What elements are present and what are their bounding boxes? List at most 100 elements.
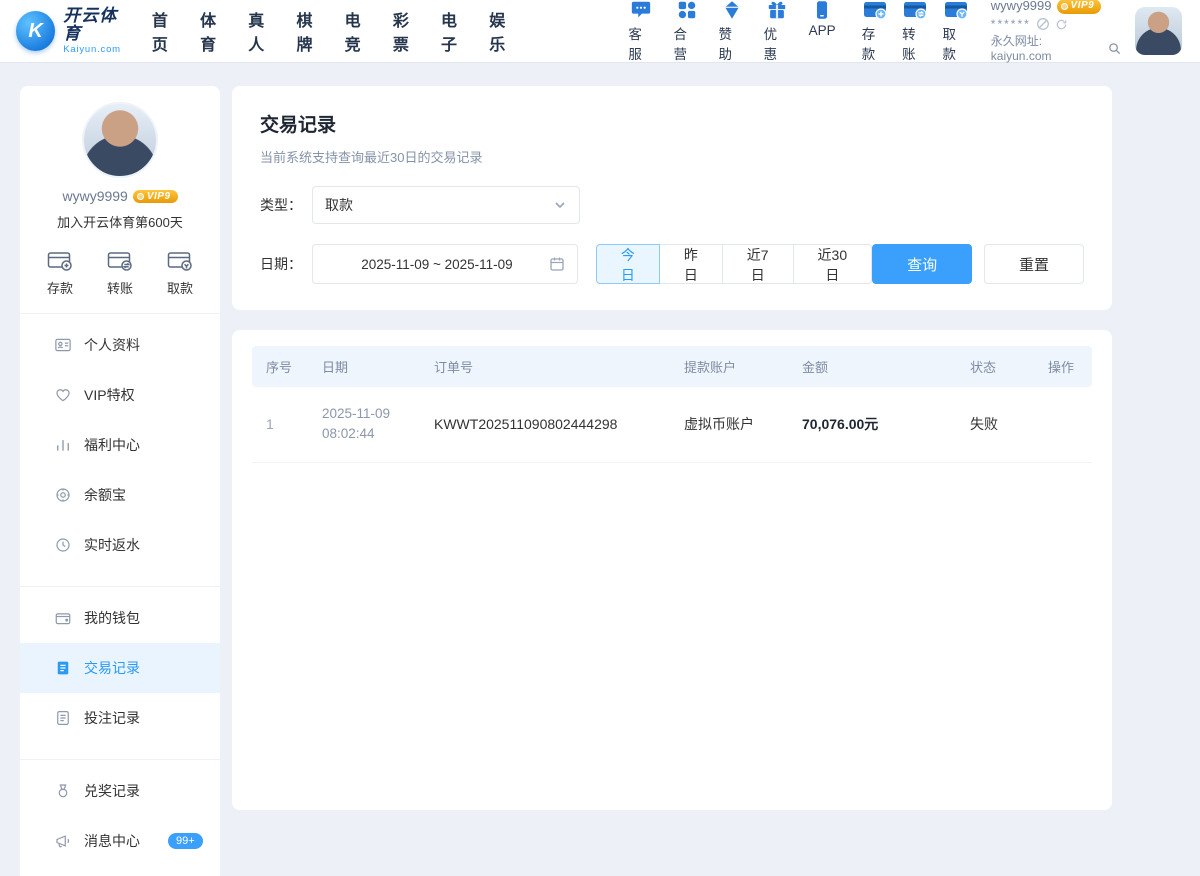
- sidebar-item-bets[interactable]: 投注记录: [20, 693, 220, 743]
- col-action: 操作: [1034, 346, 1092, 387]
- balance-mask: ******: [991, 17, 1031, 32]
- wallet-link-label: 存款: [862, 23, 888, 63]
- header-withdraw-button[interactable]: 取款: [942, 0, 968, 63]
- logo-icon: K: [16, 11, 55, 51]
- range-today-button[interactable]: 今日: [596, 244, 660, 284]
- col-order-no: 订单号: [420, 346, 670, 387]
- vip-crown-icon: [1061, 3, 1068, 10]
- eye-off-icon[interactable]: [1036, 17, 1050, 31]
- menu-label: VIP特权: [84, 385, 135, 405]
- sidebar-item-rewards[interactable]: 兑奖记录: [20, 766, 220, 816]
- quick-link-label: APP: [809, 23, 836, 38]
- affiliate-icon: [676, 0, 698, 21]
- sidebar-deposit-button[interactable]: 存款: [46, 249, 74, 297]
- quick-link-label: 合营: [673, 23, 699, 63]
- wallet-links: 存款 转账 取款: [862, 0, 969, 63]
- date-label: 日期：: [260, 254, 312, 274]
- date-range-input[interactable]: 2025-11-09 ~ 2025-11-09: [312, 244, 578, 284]
- username: wywy9999: [991, 0, 1052, 15]
- divider: [20, 586, 220, 587]
- sidebar-item-transactions[interactable]: 交易记录: [20, 643, 220, 693]
- date-range-value: 2025-11-09 ~ 2025-11-09: [325, 257, 549, 272]
- row-datetime: 2025-11-09 08:02:44: [308, 387, 420, 462]
- vip-crown-icon: [137, 193, 144, 200]
- row-order-no: KWWT202511090802444298: [420, 387, 670, 462]
- nav-esports[interactable]: 电竞: [345, 7, 376, 55]
- divider: [20, 759, 220, 760]
- col-status: 状态: [956, 346, 1034, 387]
- refresh-icon[interactable]: [1055, 18, 1068, 31]
- menu-label: 余额宝: [84, 485, 126, 505]
- heart-icon: [54, 386, 72, 404]
- wallet-icon: [54, 609, 72, 627]
- sidebar-shortcuts: 存款 转账 取款: [20, 249, 220, 297]
- page-subtitle: 当前系统支持查询最近30日的交易记录: [260, 147, 1084, 166]
- sidebar-item-yuebao[interactable]: 余额宝: [20, 470, 220, 520]
- nav-lottery[interactable]: 彩票: [393, 7, 424, 55]
- type-select[interactable]: 取款: [312, 186, 580, 224]
- range-30days-button[interactable]: 近30日: [793, 244, 873, 284]
- sidebar-withdraw-button[interactable]: 取款: [166, 249, 194, 297]
- vault-icon: [54, 486, 72, 504]
- deposit-card-icon: [46, 249, 74, 273]
- nav-chess[interactable]: 棋牌: [296, 7, 327, 55]
- sidebar-item-benefits[interactable]: 福利中心: [20, 420, 220, 470]
- header-transfer-button[interactable]: 转账: [902, 0, 928, 63]
- header-deposit-button[interactable]: 存款: [862, 0, 888, 63]
- nav-entertainment[interactable]: 娱乐: [489, 7, 520, 55]
- row-date: 2025-11-09: [322, 404, 406, 424]
- customer-service-icon: [630, 0, 652, 21]
- quick-link-label: 客服: [628, 23, 654, 63]
- search-icon[interactable]: [1108, 42, 1121, 55]
- search-button[interactable]: 查询: [872, 244, 972, 284]
- col-index: 序号: [252, 346, 308, 387]
- col-amount: 金额: [788, 346, 956, 387]
- row-action: [1034, 387, 1092, 462]
- avatar[interactable]: [82, 102, 158, 178]
- nav-slots[interactable]: 电子: [441, 7, 472, 55]
- deposit-card-icon: [862, 0, 888, 21]
- range-yesterday-button[interactable]: 昨日: [659, 244, 723, 284]
- sidebar-transfer-button[interactable]: 转账: [106, 249, 134, 297]
- main-nav: 首页 体育 真人 棋牌 电竞 彩票 电子 娱乐: [152, 7, 521, 55]
- menu-label: 兑奖记录: [84, 781, 140, 801]
- range-7days-button[interactable]: 近7日: [722, 244, 794, 284]
- unread-count-badge: 99+: [168, 833, 203, 849]
- sidebar-item-rebate[interactable]: 实时返水: [20, 520, 220, 570]
- menu-label: 交易记录: [84, 658, 140, 678]
- quick-link-sponsor[interactable]: 赞助: [719, 0, 745, 63]
- sidebar-item-messages[interactable]: 消息中心 99+: [20, 816, 220, 866]
- sidebar-item-wallet[interactable]: 我的钱包: [20, 593, 220, 643]
- withdraw-card-icon: [166, 249, 194, 273]
- brand-logo[interactable]: K 开云体育 Kaiyun.com: [16, 7, 134, 55]
- page-title: 交易记录: [260, 110, 1084, 137]
- col-date: 日期: [308, 346, 420, 387]
- menu-label: 个人资料: [84, 335, 140, 355]
- permanent-url[interactable]: 永久网址: kaiyun.com: [991, 34, 1104, 64]
- row-amount: 70,076.00元: [788, 387, 956, 462]
- username: wywy9999: [62, 188, 127, 204]
- reset-button[interactable]: 重置: [984, 244, 1084, 284]
- quick-link-customer-service[interactable]: 客服: [628, 0, 654, 63]
- brand-domain: Kaiyun.com: [63, 45, 134, 55]
- document-icon: [54, 659, 72, 677]
- sidebar-item-vip[interactable]: VIP特权: [20, 370, 220, 420]
- nav-home[interactable]: 首页: [152, 7, 183, 55]
- row-index: 1: [252, 387, 308, 462]
- nav-sports[interactable]: 体育: [200, 7, 231, 55]
- transfer-card-icon: [902, 0, 928, 21]
- nav-live[interactable]: 真人: [248, 7, 279, 55]
- filter-card: 交易记录 当前系统支持查询最近30日的交易记录 类型： 取款 日期： 2025-…: [232, 86, 1112, 310]
- shortcut-label: 转账: [107, 278, 133, 297]
- table-header-row: 序号 日期 订单号 提款账户 金额 状态 操作: [252, 346, 1092, 387]
- gift-icon: [766, 0, 788, 21]
- sidebar-item-profile[interactable]: 个人资料: [20, 320, 220, 370]
- quick-link-app[interactable]: APP: [809, 0, 836, 63]
- medal-icon: [54, 782, 72, 800]
- quick-link-promotions[interactable]: 优惠: [764, 0, 790, 63]
- top-header: K 开云体育 Kaiyun.com 首页 体育 真人 棋牌 电竞 彩票 电子 娱…: [0, 0, 1200, 62]
- avatar[interactable]: [1135, 7, 1182, 55]
- quick-link-affiliate[interactable]: 合营: [673, 0, 699, 63]
- sidebar-menu: 个人资料 VIP特权 福利中心 余额宝: [20, 320, 220, 866]
- vip-badge: VIP9: [1057, 0, 1102, 14]
